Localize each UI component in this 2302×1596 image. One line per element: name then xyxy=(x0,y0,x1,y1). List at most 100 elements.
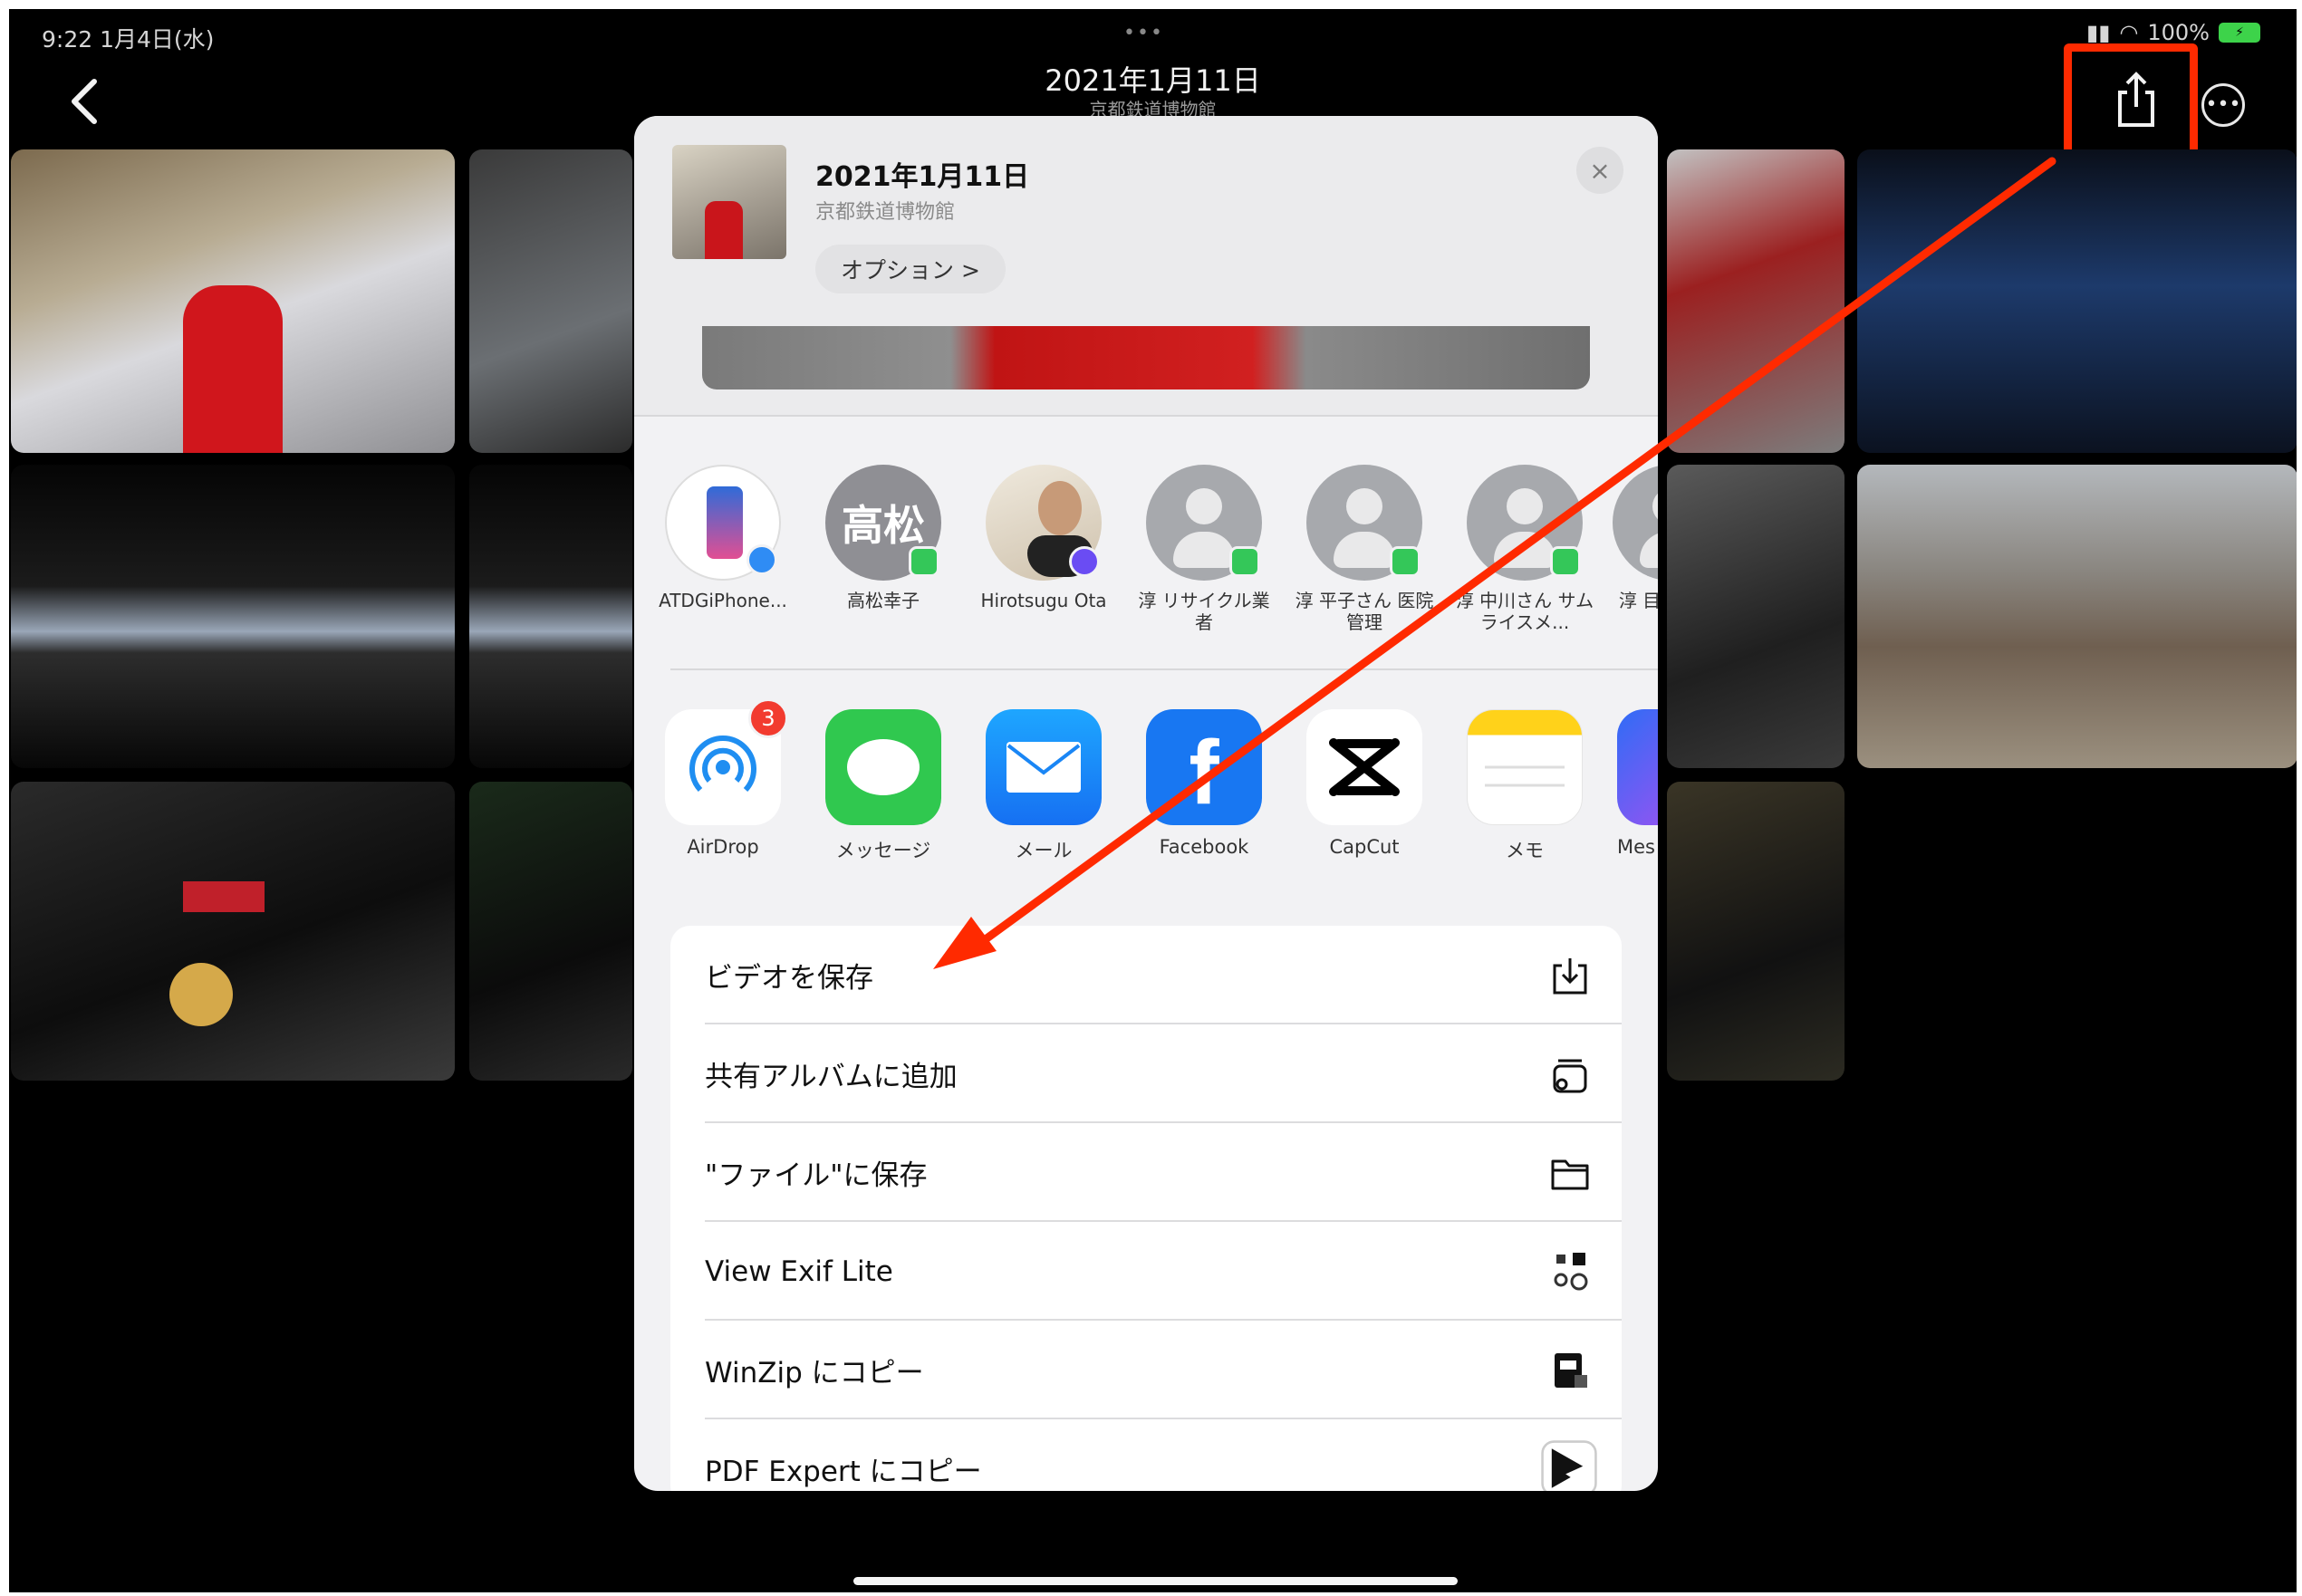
shared-item-thumbnail xyxy=(672,145,786,259)
avatar xyxy=(986,465,1102,581)
person-suggestion[interactable]: 淳 リサイクル業者 xyxy=(1132,465,1276,633)
avatar xyxy=(1146,465,1262,581)
action-copy-to-pdf-expert[interactable]: PDF Expert にコピー xyxy=(670,1419,1622,1491)
shared-album-icon xyxy=(1553,1059,1587,1093)
messages-badge-icon xyxy=(1229,546,1260,577)
notes-icon xyxy=(1467,709,1583,825)
person-suggestion[interactable]: 淳 中川さん サムライスメ... xyxy=(1452,465,1597,633)
photo-thumbnail[interactable] xyxy=(11,465,455,768)
action-view-exif-lite[interactable]: View Exif Lite xyxy=(670,1222,1622,1321)
battery-percent: 100% xyxy=(2147,20,2210,45)
person-suggestion[interactable]: 淳 平子さん 医院管理 xyxy=(1292,465,1437,633)
action-save-to-files[interactable]: "ファイル"に保存 xyxy=(670,1123,1622,1222)
share-sheet: 2021年1月11日 京都鉄道博物館 オプション > × ATDGiPhone.… xyxy=(634,116,1658,1491)
multitasking-dots[interactable]: ••• xyxy=(1123,22,1164,44)
app-shortcuts: 3 AirDrop メッセージ メール f Facebook CapCut メモ… xyxy=(634,698,1658,881)
messenger-badge-icon xyxy=(1069,546,1100,577)
app-messages[interactable]: メッセージ xyxy=(815,709,951,863)
video-preview xyxy=(702,326,1590,389)
action-label: WinZip にコピー xyxy=(705,1357,924,1389)
share-sheet-header: 2021年1月11日 京都鉄道博物館 オプション > × xyxy=(634,116,1658,415)
photo-thumbnail[interactable] xyxy=(1857,465,2297,768)
facebook-icon: f xyxy=(1146,709,1262,825)
photo-thumbnail[interactable] xyxy=(469,465,632,768)
shared-item-title: 2021年1月11日 xyxy=(815,161,1030,193)
person-label: Hirotsugu Ota xyxy=(980,590,1107,611)
signal-icon: ▮▮ xyxy=(2086,20,2111,45)
app-facebook[interactable]: f Facebook xyxy=(1136,709,1272,858)
photo-thumbnail[interactable] xyxy=(1667,782,1844,1081)
photo-thumbnail[interactable] xyxy=(1667,465,1844,768)
status-time: 9:22 1月4日(水) xyxy=(42,26,215,53)
messenger-icon xyxy=(1617,709,1658,825)
capcut-icon xyxy=(1306,709,1422,825)
app-label: メモ xyxy=(1506,840,1544,861)
save-video-icon xyxy=(1553,958,1587,995)
photo-thumbnail[interactable] xyxy=(469,149,632,453)
person-label: 淳 平子さん 医院管理 xyxy=(1295,590,1434,633)
app-label: Facebook xyxy=(1159,836,1249,858)
photo-thumbnail[interactable] xyxy=(469,782,632,1081)
app-label: AirDrop xyxy=(687,836,759,858)
people-suggestions: ATDGiPhone... 高松 高松幸子 Hirotsugu Ota 淳 リサ… xyxy=(634,465,1658,633)
photo-thumbnail[interactable] xyxy=(11,782,455,1081)
action-add-to-shared-album[interactable]: 共有アルバムに追加 xyxy=(670,1024,1622,1123)
avatar xyxy=(1613,465,1658,581)
action-label: View Exif Lite xyxy=(705,1255,893,1288)
action-copy-to-winzip[interactable]: WinZip にコピー xyxy=(670,1321,1622,1419)
person-label: 淳 中川さん サムライスメ... xyxy=(1455,590,1594,633)
ipad-screen: 9:22 1月4日(水) ••• ▮▮ ◠ 100% ⚡ 2021年1月11日 … xyxy=(9,9,2297,1592)
home-indicator[interactable] xyxy=(853,1577,1458,1585)
options-button[interactable]: オプション > xyxy=(815,245,1006,293)
messages-badge-icon xyxy=(1390,546,1421,577)
device-avatar xyxy=(665,465,781,581)
page-title: 2021年1月11日 xyxy=(1045,63,1261,98)
photo-thumbnail[interactable] xyxy=(1857,149,2297,453)
action-list: ビデオを保存 共有アルバムに追加 "ファイル"に保存 View Exif Lit… xyxy=(670,926,1622,1491)
battery-icon: ⚡ xyxy=(2219,23,2260,43)
app-label: CapCut xyxy=(1329,836,1400,858)
airdrop-badge-icon xyxy=(746,544,777,575)
avatar: 高松 xyxy=(825,465,941,581)
wifi-icon: ◠ xyxy=(2119,20,2139,45)
avatar xyxy=(1306,465,1422,581)
close-icon[interactable]: × xyxy=(1576,147,1623,194)
app-airdrop[interactable]: 3 AirDrop xyxy=(655,698,791,858)
app-capcut[interactable]: CapCut xyxy=(1296,709,1432,858)
person-suggestion[interactable]: 淳 目 xyxy=(1613,465,1658,611)
mail-icon xyxy=(986,709,1102,825)
person-label: 高松幸子 xyxy=(847,590,920,611)
share-button-highlight xyxy=(2064,43,2198,167)
person-label: 淳 リサイクル業者 xyxy=(1138,590,1270,633)
winzip-icon xyxy=(1555,1353,1587,1388)
action-label: 共有アルバムに追加 xyxy=(705,1061,958,1093)
person-suggestion[interactable]: Hirotsugu Ota xyxy=(971,465,1116,611)
exif-icon xyxy=(1554,1253,1588,1291)
app-label: Mes xyxy=(1617,836,1655,858)
airdrop-icon: 3 xyxy=(665,698,788,825)
action-label: PDF Expert にコピー xyxy=(705,1456,982,1488)
person-suggestion[interactable]: ATDGiPhone... xyxy=(650,465,795,611)
app-label: メッセージ xyxy=(835,840,931,861)
person-label: ATDGiPhone... xyxy=(659,590,787,611)
pdf-expert-icon xyxy=(1541,1440,1597,1491)
shared-item-subtitle: 京都鉄道博物館 xyxy=(815,201,956,224)
messages-icon xyxy=(825,709,941,825)
person-label: 淳 目 xyxy=(1618,590,1658,611)
airdrop-badge: 3 xyxy=(748,698,788,738)
app-notes[interactable]: メモ xyxy=(1457,709,1593,863)
action-label: ビデオを保存 xyxy=(705,962,873,995)
messages-badge-icon xyxy=(909,546,939,577)
divider xyxy=(634,415,1658,417)
messages-badge-icon xyxy=(1550,546,1581,577)
photo-thumbnail[interactable] xyxy=(1667,149,1844,453)
person-suggestion[interactable]: 高松 高松幸子 xyxy=(811,465,956,611)
app-mail[interactable]: メール xyxy=(976,709,1112,863)
action-save-video[interactable]: ビデオを保存 xyxy=(670,926,1622,1024)
app-messenger[interactable]: Mes xyxy=(1617,709,1658,858)
photo-thumbnail[interactable] xyxy=(11,149,455,453)
more-icon[interactable]: ••• xyxy=(2201,83,2245,127)
divider xyxy=(670,668,1658,670)
folder-icon xyxy=(1551,1159,1589,1190)
app-label: メール xyxy=(1015,840,1073,861)
